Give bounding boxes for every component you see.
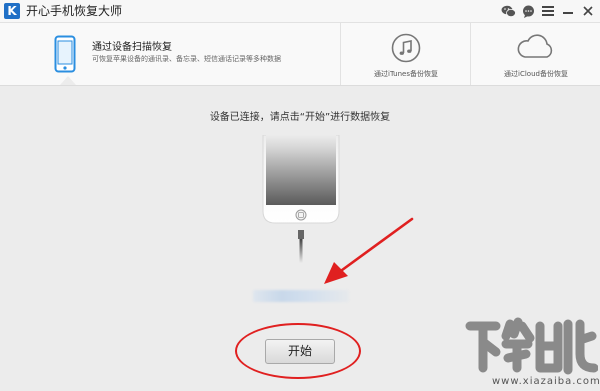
watermark-text: www.xiazaiba.com <box>492 376 600 387</box>
title-bar: K 开心手机恢复大师 <box>0 0 600 23</box>
close-icon[interactable] <box>580 3 596 19</box>
tab-device-scan-description: 可恢复苹果设备的通讯录、备忘录、短信通话记录等多种数据 <box>92 55 281 63</box>
tab-itunes-backup-label: 通过iTunes备份恢复 <box>374 70 438 78</box>
tab-icloud-backup-label: 通过iCloud备份恢复 <box>504 70 568 78</box>
cloud-icon <box>516 33 556 65</box>
start-button[interactable]: 开始 <box>265 339 335 364</box>
pointer-arrow-annotation <box>320 216 415 292</box>
tab-device-scan[interactable]: 通过设备扫描恢复 可恢复苹果设备的通讯录、备忘录、短信通话记录等多种数据 <box>0 23 340 85</box>
active-tab-pointer <box>60 76 76 85</box>
tab-device-scan-title: 通过设备扫描恢复 <box>92 42 172 53</box>
tab-icloud-backup[interactable]: 通过iCloud备份恢复 <box>470 23 600 85</box>
app-title: 开心手机恢复大师 <box>26 4 123 18</box>
wechat-icon[interactable] <box>500 3 516 19</box>
app-logo-icon: K <box>4 3 20 19</box>
app-window: K 开心手机恢复大师 通过设备扫描恢复 可恢复苹果设备的通讯录、备忘录、短信通话… <box>0 0 600 391</box>
window-controls <box>500 3 596 19</box>
mode-tabs: 通过设备扫描恢复 可恢复苹果设备的通讯录、备忘录、短信通话记录等多种数据 通过i… <box>0 23 600 86</box>
xiazaiba-watermark-logo <box>465 317 598 375</box>
tab-itunes-backup[interactable]: 通过iTunes备份恢复 <box>340 23 471 85</box>
device-name-redacted <box>253 290 349 302</box>
connection-instruction: 设备已连接，请点击“开始”进行数据恢复 <box>209 112 391 123</box>
phone-icon <box>54 35 76 77</box>
music-note-icon <box>391 33 421 67</box>
menu-icon[interactable] <box>540 3 556 19</box>
chat-icon[interactable] <box>520 3 536 19</box>
minimize-icon[interactable] <box>560 3 576 19</box>
